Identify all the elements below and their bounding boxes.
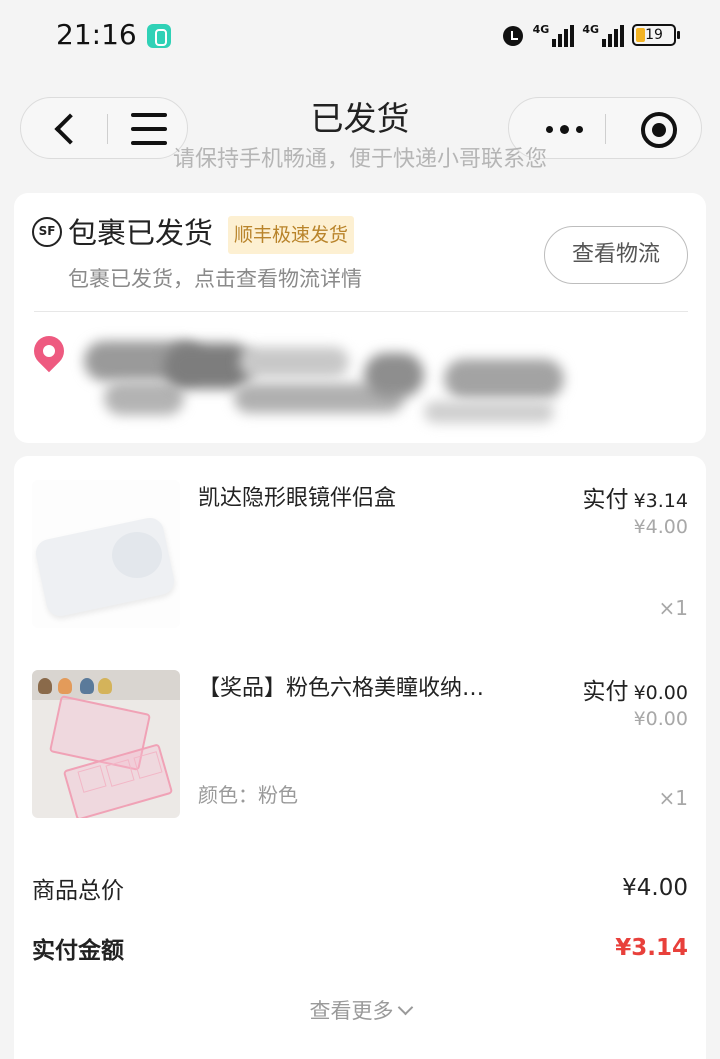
quantity: ×1	[658, 596, 688, 620]
app-notification-icon	[147, 24, 171, 48]
product-name: 凯达隐形眼镜伴侣盒	[198, 486, 397, 511]
chevron-down-icon	[397, 999, 413, 1016]
see-more-label: 查看更多	[309, 999, 394, 1023]
status-bar: 21:16 4G 4G 19	[0, 0, 720, 72]
signal-icon-2: 4G	[582, 23, 624, 47]
address-redacted	[64, 323, 584, 439]
paid-amount-label: 实付金额	[32, 938, 124, 964]
network-type-label: 4G	[532, 23, 550, 36]
network-type-label-2: 4G	[582, 23, 599, 36]
capsule-divider	[605, 114, 606, 144]
order-card: 凯达隐形眼镜伴侣盒 实付 ¥3.14 ¥4.00 ×1 【奖品】粉色六格美瞳收纳…	[14, 456, 706, 1059]
sf-express-icon: SF	[32, 217, 62, 247]
shipping-description: 包裹已发货，点击查看物流详情	[68, 267, 362, 291]
status-icons: 4G 4G 19	[501, 20, 680, 50]
paid-price: 实付 ¥3.14	[583, 480, 689, 514]
order-item[interactable]: 【奖品】粉色六格美瞳收纳… 实付 ¥0.00 ¥0.00 颜色：粉色 ×1	[14, 646, 706, 831]
paid-label: 实付	[582, 487, 629, 513]
order-item[interactable]: 凯达隐形眼镜伴侣盒 实付 ¥3.14 ¥4.00 ×1	[14, 456, 706, 641]
total-price-label: 商品总价	[32, 878, 124, 904]
page-subtitle: 请保持手机畅通，便于快递小哥联系您	[172, 147, 547, 172]
product-spec: 颜色：粉色	[198, 783, 298, 807]
paid-price: 实付 ¥0.00	[583, 672, 689, 706]
quantity: ×1	[658, 786, 688, 810]
product-name: 【奖品】粉色六格美瞳收纳…	[198, 676, 485, 701]
original-price: ¥0.00	[633, 708, 688, 730]
view-logistics-button[interactable]: 查看物流	[544, 226, 688, 284]
see-more-button[interactable]: 查看更多	[14, 996, 706, 1026]
total-price-row: 商品总价 ¥4.00	[32, 868, 688, 908]
alarm-icon	[501, 23, 525, 47]
total-price-value: ¥4.00	[622, 875, 688, 901]
paid-amount: ¥3.14	[633, 490, 688, 512]
paid-amount-row: 实付金额 ¥3.14	[32, 928, 688, 968]
product-image	[32, 480, 180, 628]
paid-amount: ¥0.00	[633, 682, 688, 704]
shipping-status-title: 包裹已发货	[68, 216, 214, 250]
product-image	[32, 670, 180, 818]
divider	[34, 311, 688, 312]
battery-icon: 19	[632, 24, 680, 46]
signal-icon: 4G	[533, 23, 575, 47]
paid-amount-value: ¥3.14	[615, 935, 688, 961]
battery-level: 19	[645, 27, 663, 43]
shipping-card[interactable]: SF 包裹已发货 顺丰极速发货 包裹已发货，点击查看物流详情 查看物流	[14, 193, 706, 443]
status-time: 21:16	[56, 18, 137, 51]
original-price: ¥4.00	[633, 516, 688, 538]
paid-label: 实付	[582, 679, 629, 705]
shipping-badge: 顺丰极速发货	[228, 216, 355, 254]
